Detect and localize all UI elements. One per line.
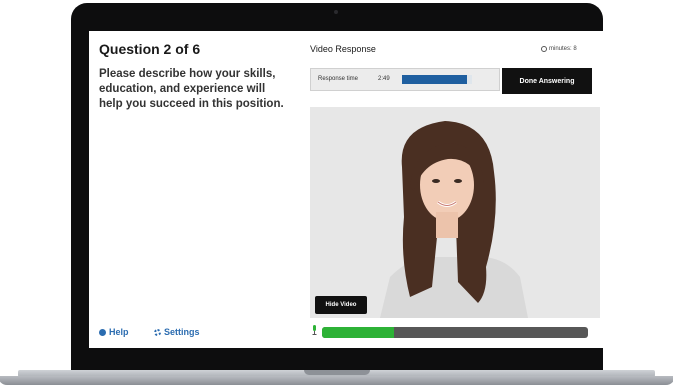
response-time-value: 2:49 <box>378 76 390 82</box>
laptop-bottom <box>0 376 673 385</box>
audio-level-meter <box>322 327 588 338</box>
minutes-label: minutes: 8 <box>549 46 577 52</box>
gear-icon <box>154 328 161 336</box>
laptop-base <box>0 370 673 387</box>
clock-icon <box>541 46 547 52</box>
response-time-bar-fill <box>402 75 468 84</box>
done-answering-button[interactable]: Done Answering <box>502 68 592 94</box>
question-title: Question 2 of 6 <box>99 41 201 57</box>
candidate-video-frame <box>310 107 600 318</box>
help-label: Help <box>109 327 129 337</box>
webcam-dot <box>334 10 338 14</box>
response-time-bar <box>402 75 472 84</box>
video-preview <box>310 107 600 318</box>
help-link[interactable]: Help <box>99 327 129 337</box>
response-time-label: Response time <box>318 76 359 82</box>
question-text: Please describe how your skills, educati… <box>99 68 284 110</box>
hide-video-button[interactable]: Hide Video <box>315 296 367 314</box>
settings-label: Settings <box>164 327 200 337</box>
microphone-icon <box>312 325 317 335</box>
audio-level-fill <box>322 327 394 338</box>
interview-screen: Question 2 of 6 Please describe how your… <box>89 31 603 348</box>
help-icon <box>99 328 106 336</box>
settings-link[interactable]: Settings <box>154 327 200 337</box>
video-response-title: Video Response <box>310 44 376 54</box>
response-time-panel: Response time 2:49 <box>310 68 500 91</box>
laptop-notch <box>304 370 370 375</box>
minutes-indicator: minutes: 8 <box>541 46 577 52</box>
